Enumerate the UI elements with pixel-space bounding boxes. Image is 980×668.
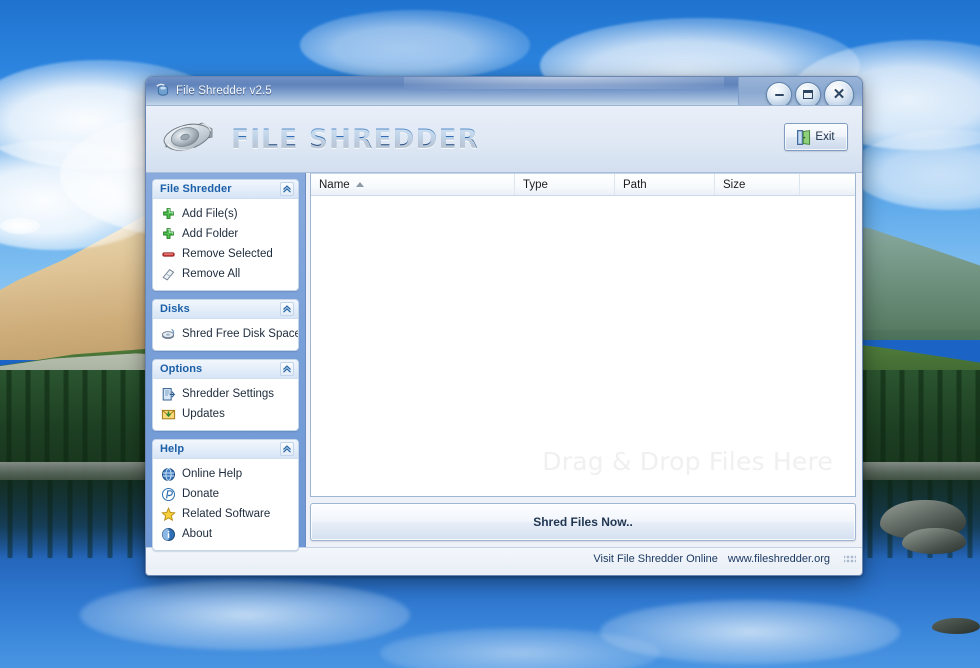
chevron-double-up-icon[interactable] (280, 442, 294, 456)
shred-files-now-label: Shred Files Now.. (533, 515, 633, 529)
column-header-path[interactable]: Path (615, 174, 715, 195)
brand-title: FILE SHREDDER (231, 123, 480, 155)
sidebar-item-about[interactable]: About (153, 524, 298, 544)
sidebar-item-label: Donate (182, 488, 220, 500)
yellow-star-icon (161, 506, 176, 522)
panel-body-help: Online Help Donate Related Software Abou… (153, 459, 298, 550)
hard-disk-icon (160, 117, 216, 161)
panel-body-file-shredder: Add File(s) Add Folder Remove Selected R… (153, 199, 298, 290)
main-content: Name Type Path Size Drag & Drop Files He… (306, 173, 862, 547)
panel-body-disks: Shred Free Disk Space (153, 319, 298, 350)
sidebar-panel-disks: Disks Shred Free Disk Space (152, 299, 299, 351)
wallpaper-rock (932, 618, 980, 634)
close-icon: ✕ (832, 86, 846, 103)
chevron-double-up-icon[interactable] (280, 182, 294, 196)
panel-header-disks[interactable]: Disks (153, 300, 298, 319)
column-header-name[interactable]: Name (311, 174, 515, 195)
sidebar-item-add-files[interactable]: Add File(s) (153, 204, 298, 224)
file-list-column-headers: Name Type Path Size (311, 174, 855, 196)
minimize-button[interactable] (766, 81, 792, 105)
info-circle-icon (161, 527, 176, 542)
sidebar-item-shredder-settings[interactable]: Shredder Settings (153, 384, 298, 404)
wallpaper-snow-patch (0, 218, 40, 234)
help-globe-icon (161, 467, 176, 482)
panel-title: Options (160, 363, 203, 375)
sidebar-item-label: Online Help (182, 468, 243, 480)
app-header: FILE SHREDDER Exit (146, 106, 862, 173)
maximize-icon (803, 90, 813, 99)
panel-body-options: Shredder Settings Updates (153, 379, 298, 430)
panel-header-file-shredder[interactable]: File Shredder (153, 180, 298, 199)
window-title: File Shredder v2.5 (176, 85, 272, 97)
sidebar-item-donate[interactable]: Donate (153, 484, 298, 504)
shredder-icon (155, 83, 171, 99)
sidebar-item-label: Remove Selected (182, 248, 273, 260)
sidebar-panel-help: Help Online Help Donate Related Software… (152, 439, 299, 551)
panel-title: File Shredder (160, 183, 232, 195)
minimize-icon (774, 93, 784, 96)
window-caption-buttons: ✕ (738, 77, 862, 105)
panel-header-options[interactable]: Options (153, 360, 298, 379)
maximize-button[interactable] (795, 81, 821, 105)
column-label: Size (723, 178, 746, 191)
exit-button[interactable]: Exit (784, 123, 848, 151)
exit-label: Exit (815, 131, 835, 143)
disk-sweep-icon (161, 327, 176, 342)
sidebar-item-label: Shred Free Disk Space (182, 328, 299, 340)
column-label: Type (523, 178, 548, 191)
chevron-double-up-icon[interactable] (280, 362, 294, 376)
panel-header-help[interactable]: Help (153, 440, 298, 459)
sidebar-item-label: Remove All (182, 268, 241, 280)
sidebar-item-remove-all[interactable]: Remove All (153, 264, 298, 284)
status-website-link[interactable]: www.fileshredder.org (728, 553, 830, 565)
window-body: File Shredder Add File(s) Add Folder Rem… (146, 173, 862, 551)
settings-document-icon (161, 387, 176, 402)
green-plus-icon (161, 227, 176, 242)
panel-title: Help (160, 443, 185, 455)
column-header-size[interactable]: Size (715, 174, 800, 195)
paypal-donate-icon (161, 487, 176, 502)
column-header-type[interactable]: Type (515, 174, 615, 195)
window-titlebar[interactable]: File Shredder v2.5 ✕ (146, 77, 862, 106)
resize-grip-icon[interactable] (844, 552, 856, 565)
red-minus-icon (161, 247, 176, 262)
sidebar-item-label: Updates (182, 408, 225, 420)
column-header-spacer[interactable] (800, 174, 855, 195)
sidebar-item-online-help[interactable]: Online Help (153, 464, 298, 484)
wallpaper-rock (902, 528, 966, 554)
column-label: Path (623, 178, 647, 191)
desktop-wallpaper: File Shredder v2.5 ✕ FILE SHREDDER Exit … (0, 0, 980, 668)
column-label: Name (319, 178, 350, 191)
drag-drop-hint: Drag & Drop Files Here (542, 447, 833, 476)
update-envelope-icon (161, 407, 176, 422)
green-plus-icon (161, 207, 176, 222)
wallpaper-cloud (300, 10, 530, 80)
sidebar-item-label: Related Software (182, 508, 271, 520)
exit-door-icon (797, 129, 811, 145)
sidebar-item-remove-selected[interactable]: Remove Selected (153, 244, 298, 264)
sidebar-item-label: Shredder Settings (182, 388, 275, 400)
chevron-double-up-icon[interactable] (280, 302, 294, 316)
file-shredder-window: File Shredder v2.5 ✕ FILE SHREDDER Exit … (145, 76, 863, 576)
shred-files-now-button[interactable]: Shred Files Now.. (310, 503, 856, 541)
sidebar-panel-options: Options Shredder Settings Updates (152, 359, 299, 431)
sidebar-item-label: Add File(s) (182, 208, 238, 220)
sort-ascending-icon (355, 182, 364, 187)
sidebar: File Shredder Add File(s) Add Folder Rem… (146, 173, 306, 551)
app-logo: FILE SHREDDER (160, 117, 484, 161)
sidebar-item-add-folder[interactable]: Add Folder (153, 224, 298, 244)
status-visit-text: Visit File Shredder Online (593, 552, 718, 565)
sidebar-item-related-software[interactable]: Related Software (153, 504, 298, 524)
wallpaper-reflection-cloud (80, 580, 410, 650)
file-list[interactable]: Name Type Path Size Drag & Drop Files He… (310, 173, 856, 497)
panel-title: Disks (160, 303, 190, 315)
eraser-icon (161, 267, 176, 282)
sidebar-item-label: Add Folder (182, 228, 239, 240)
close-button[interactable]: ✕ (824, 79, 854, 105)
sidebar-item-label: About (182, 528, 213, 540)
sidebar-panel-file-shredder: File Shredder Add File(s) Add Folder Rem… (152, 179, 299, 291)
sidebar-item-updates[interactable]: Updates (153, 404, 298, 424)
sidebar-item-shred-free-disk-space[interactable]: Shred Free Disk Space (153, 324, 298, 344)
